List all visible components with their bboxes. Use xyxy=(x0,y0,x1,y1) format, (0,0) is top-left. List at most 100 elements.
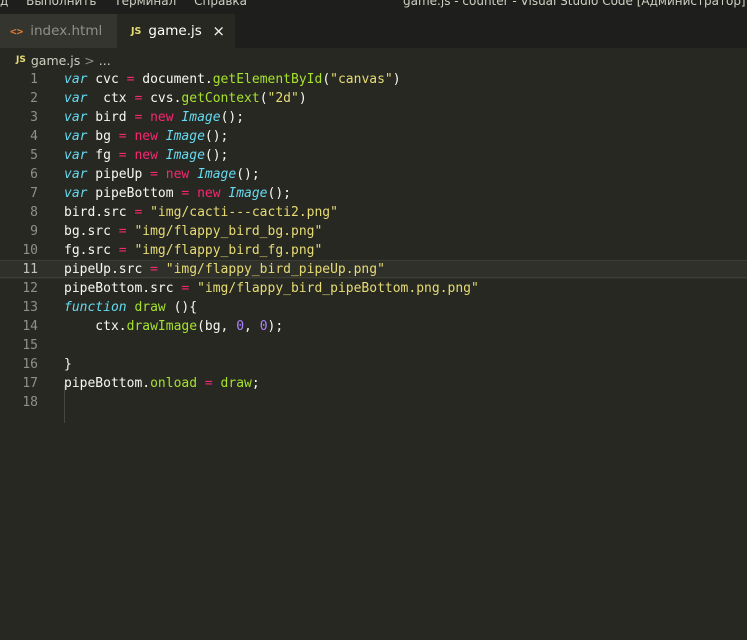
code-token: pipeBottom.src xyxy=(64,281,182,296)
menu-item-help[interactable]: Справка xyxy=(194,0,247,8)
code-token: ) xyxy=(298,91,307,106)
code-token: "2d" xyxy=(267,91,299,106)
code-token: ctx. xyxy=(64,319,127,334)
code-line[interactable]: 13 function draw (){ xyxy=(0,298,747,317)
code-token: ( xyxy=(322,72,331,87)
code-token: Image xyxy=(228,186,268,201)
code-token: new xyxy=(150,110,174,125)
title-bar: д Выполнить Терминал Справка game.js - c… xyxy=(0,0,747,14)
line-number: 11 xyxy=(22,262,38,277)
close-icon[interactable]: × xyxy=(212,22,225,40)
code-line[interactable]: 12 pipeBottom.src = "img/flappy_bird_pipe… xyxy=(0,279,747,298)
code-text[interactable]: var cvc = document.getElementById("canva… xyxy=(64,70,401,89)
line-number: 7 xyxy=(30,186,38,201)
code-token: ); xyxy=(267,319,284,334)
menu-bar: д Выполнить Терминал Справка xyxy=(0,0,261,8)
code-token: bg.src xyxy=(64,224,119,239)
code-text[interactable]: var pipeBottom = new Image(); xyxy=(64,184,291,203)
code-line[interactable]: 17 pipeBottom.onload = draw; xyxy=(0,374,747,393)
code-text[interactable]: } xyxy=(64,355,72,374)
code-token: new xyxy=(134,129,158,144)
code-line[interactable]: 1 var cvc = document.getElementById("canv… xyxy=(0,70,747,89)
code-token: bird xyxy=(87,110,135,125)
code-token: (); xyxy=(220,110,245,125)
menu-item-partial[interactable]: д xyxy=(0,0,8,8)
js-file-icon: JS xyxy=(16,55,26,65)
menu-item-run[interactable]: Выполнить xyxy=(26,0,96,8)
code-text[interactable]: function draw (){ xyxy=(64,298,197,317)
js-file-icon: JS xyxy=(131,25,142,37)
code-token: var xyxy=(64,148,88,163)
code-token: (); xyxy=(204,148,229,163)
code-text[interactable]: ctx.drawImage(bg, 0, 0); xyxy=(64,317,283,336)
code-text[interactable]: var bird = new Image(); xyxy=(64,108,244,127)
tab-index-html[interactable]: <> index.html xyxy=(0,14,117,48)
line-number: 8 xyxy=(30,205,38,220)
code-token: bird.src xyxy=(64,205,135,220)
code-token: "canvas" xyxy=(330,72,393,87)
code-token: getElementById xyxy=(212,72,323,87)
code-line[interactable]: 3 var bird = new Image(); xyxy=(0,108,747,127)
code-text[interactable]: fg.src = "img/flappy_bird_fg.png" xyxy=(64,241,322,260)
code-text[interactable]: var fg = new Image(); xyxy=(64,146,228,165)
code-text[interactable]: var bg = new Image(); xyxy=(64,127,228,146)
code-token: pipeUp.src xyxy=(64,262,151,277)
html-file-icon: <> xyxy=(10,24,24,38)
line-number: 16 xyxy=(22,357,38,372)
code-line[interactable]: 7 var pipeBottom = new Image(); xyxy=(0,184,747,203)
code-token: , xyxy=(244,319,260,334)
code-line[interactable]: 16} xyxy=(0,355,747,374)
breadcrumb: JS game.js > ... xyxy=(16,51,111,69)
code-line[interactable]: 18 xyxy=(0,393,747,412)
code-text[interactable]: bird.src = "img/cacti---cacti2.png" xyxy=(64,203,338,222)
code-token: drawImage xyxy=(126,319,198,334)
code-token: (bg, xyxy=(197,319,237,334)
tab-bar: <> index.html JS game.js × xyxy=(0,14,747,48)
code-text[interactable]: bg.src = "img/flappy_bird_bg.png" xyxy=(64,222,322,241)
code-line[interactable]: 10 fg.src = "img/flappy_bird_fg.png" xyxy=(0,241,747,260)
code-text[interactable]: var ctx = cvs.getContext("2d") xyxy=(64,89,307,108)
code-token: = xyxy=(118,129,127,144)
code-token: "img/flappy_bird_pipeUp.png" xyxy=(165,262,385,277)
code-token: fg.src xyxy=(64,243,119,258)
code-token: var xyxy=(64,72,88,87)
code-line[interactable]: 2 var ctx = cvs.getContext("2d") xyxy=(0,89,747,108)
code-token: var xyxy=(64,167,88,182)
code-token: var xyxy=(64,110,88,125)
code-line[interactable]: 11 pipeUp.src = "img/flappy_bird_pipeUp.p… xyxy=(0,260,747,279)
code-line[interactable]: 15 xyxy=(0,336,747,355)
line-number: 4 xyxy=(30,129,38,144)
code-token: fg xyxy=(87,148,119,163)
code-token: (){ xyxy=(165,300,198,315)
code-token: pipeUp xyxy=(87,167,151,182)
code-token: = xyxy=(118,224,127,239)
menu-item-terminal[interactable]: Терминал xyxy=(114,0,176,8)
breadcrumb-symbol[interactable]: ... xyxy=(99,53,111,68)
code-editor[interactable]: 1 var cvc = document.getElementById("canv… xyxy=(0,70,747,640)
code-line[interactable]: 8 bird.src = "img/cacti---cacti2.png" xyxy=(0,203,747,222)
tab-game-js[interactable]: JS game.js × xyxy=(117,14,235,48)
code-line[interactable]: 9 bg.src = "img/flappy_bird_bg.png" xyxy=(0,222,747,241)
code-text[interactable]: pipeBottom.src = "img/flappy_bird_pipeBo… xyxy=(64,279,479,298)
breadcrumb-file[interactable]: game.js xyxy=(31,53,80,68)
code-text[interactable]: pipeBottom.onload = draw; xyxy=(64,374,260,393)
line-number: 2 xyxy=(30,91,38,106)
code-text[interactable]: var pipeUp = new Image(); xyxy=(64,165,260,184)
code-token: new xyxy=(134,148,158,163)
code-token: Image xyxy=(165,129,205,144)
code-token: "img/cacti---cacti2.png" xyxy=(150,205,338,220)
code-line[interactable]: 5 var fg = new Image(); xyxy=(0,146,747,165)
code-line[interactable]: 6 var pipeUp = new Image(); xyxy=(0,165,747,184)
code-line[interactable]: 4 var bg = new Image(); xyxy=(0,127,747,146)
code-line[interactable]: 14 ctx.drawImage(bg, 0, 0); xyxy=(0,317,747,336)
code-text[interactable]: pipeUp.src = "img/flappy_bird_pipeUp.png… xyxy=(64,260,385,279)
code-token: cvs. xyxy=(142,91,182,106)
code-token: draw xyxy=(220,376,252,391)
line-number: 5 xyxy=(30,148,38,163)
line-number: 3 xyxy=(30,110,38,125)
